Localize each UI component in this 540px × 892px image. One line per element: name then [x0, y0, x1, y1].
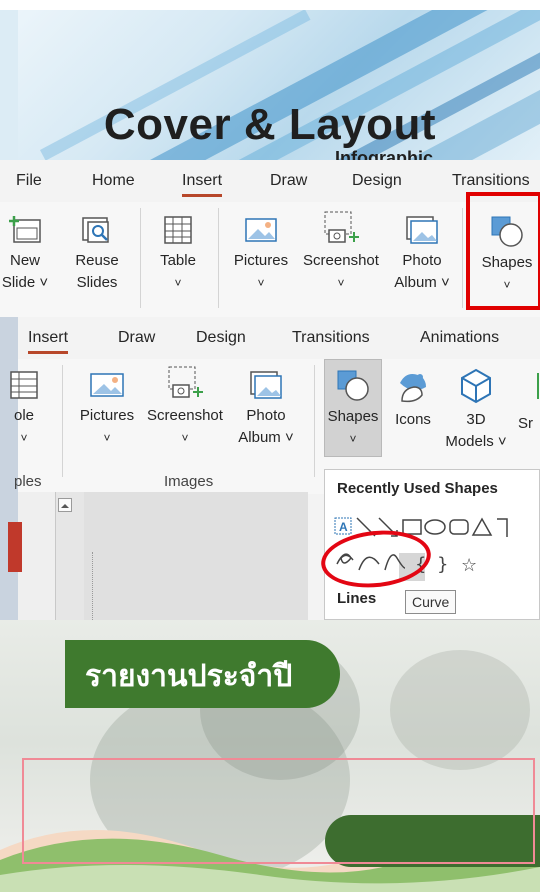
banner-title: Cover & Layout: [103, 100, 437, 149]
rounded-rectangle-icon[interactable]: [449, 519, 469, 535]
tab-transitions-2[interactable]: Transitions: [292, 329, 370, 347]
table-chevron-down-icon-2[interactable]: ˅: [4, 427, 44, 449]
smartart-button[interactable]: Sr: [518, 367, 540, 435]
curve-tooltip: Curve: [405, 590, 457, 614]
selection-frame: [22, 758, 535, 864]
pictures-label-2: Pictures: [79, 407, 135, 424]
annual-report-title: รายงานประจำปี: [85, 659, 293, 694]
new-slide-button[interactable]: New Slide ˅: [0, 214, 50, 294]
screenshot-label-2: Screenshot: [147, 407, 223, 424]
photo-album-icon: [406, 216, 438, 244]
table-label: Table: [160, 252, 196, 269]
screenshot-icon-2: [168, 366, 203, 398]
right-angle-line-icon[interactable]: [497, 518, 508, 537]
svg-text:}: }: [437, 554, 448, 575]
slide-thumbnail[interactable]: [8, 522, 22, 572]
star-icon[interactable]: ☆: [461, 555, 477, 576]
lines-heading: Lines: [337, 590, 377, 607]
pictures-button[interactable]: Pictures ˅: [228, 214, 294, 294]
slide-canvas[interactable]: [84, 492, 308, 620]
rectangle-icon[interactable]: [402, 519, 422, 535]
table-label-2: ole: [13, 407, 35, 424]
group-label-tables: ples: [14, 473, 42, 490]
slide-thumbnail-pane[interactable]: [8, 492, 56, 620]
screenshot-chevron-down-icon[interactable]: ˅: [298, 272, 384, 294]
new-slide-label: New Slide ˅: [1, 252, 49, 291]
ribbon-tools-top: New Slide ˅ Reuse Slides Table ˅ Picture…: [0, 202, 540, 317]
table-icon: [164, 216, 192, 244]
photo-album-label-2: Photo Album ˅: [238, 407, 294, 446]
photo-album-button[interactable]: Photo Album ˅: [386, 214, 458, 294]
reuse-slides-label: Reuse Slides: [75, 252, 119, 291]
photo-album-icon-2: [250, 371, 282, 399]
ribbon-top: File Home Insert Draw Design Transitions…: [0, 160, 540, 317]
screenshot-button-2[interactable]: Screenshot ˅: [142, 365, 228, 449]
shapes-button-pressed[interactable]: Shapes ˅: [324, 359, 382, 457]
tab-transitions[interactable]: Transitions: [452, 172, 530, 190]
oval-icon[interactable]: [424, 519, 446, 535]
photo-album-label: Photo Album ˅: [394, 252, 450, 291]
icons-icon: [400, 374, 426, 403]
pictures-chevron-down-icon-2[interactable]: ˅: [74, 427, 140, 449]
infographic-slide: รายงานประจำปี: [0, 620, 540, 892]
triangle-icon[interactable]: [471, 517, 493, 536]
photo-album-button-2[interactable]: Photo Album ˅: [230, 369, 302, 449]
tab-insert[interactable]: Insert: [182, 172, 223, 197]
tab-home[interactable]: Home: [92, 172, 135, 190]
table-button[interactable]: Table ˅: [150, 214, 206, 294]
table-button-2[interactable]: ole ˅: [4, 369, 44, 449]
reuse-slides-button[interactable]: Reuse Slides: [66, 214, 128, 294]
tab-draw[interactable]: Draw: [270, 172, 307, 190]
scroll-up-icon[interactable]: [58, 498, 72, 512]
recently-used-shapes-heading: Recently Used Shapes: [337, 480, 498, 497]
reuse-slides-icon: [82, 217, 109, 243]
tab-animations[interactable]: Animations: [420, 329, 499, 347]
shapes-label-2: Shapes: [327, 408, 379, 425]
screenshot-button[interactable]: Screenshot ˅: [298, 210, 384, 294]
pictures-label: Pictures: [233, 252, 289, 269]
svg-text:☆: ☆: [461, 555, 477, 576]
window-left-edge: [0, 317, 18, 620]
pictures-icon: [245, 218, 277, 242]
pictures-button-2[interactable]: Pictures ˅: [74, 369, 140, 449]
cube-icon: [461, 368, 491, 404]
pictures-chevron-down-icon[interactable]: ˅: [228, 272, 294, 294]
new-slide-icon: [9, 216, 41, 243]
tab-insert-2[interactable]: Insert: [28, 329, 69, 354]
slide-editor-area: [8, 492, 308, 622]
right-brace-icon[interactable]: }: [437, 554, 448, 575]
table-chevron-down-icon[interactable]: ˅: [150, 272, 206, 294]
screenshot-label: Screenshot: [303, 252, 379, 269]
ribbon-bottom: Insert Draw Design Transitions Animation…: [8, 317, 540, 622]
screenshot-chevron-down-icon-2[interactable]: ˅: [142, 427, 228, 449]
vertical-ruler: [92, 552, 102, 622]
3d-models-label: 3D Models ˅: [445, 411, 507, 450]
tab-design-2[interactable]: Design: [196, 329, 246, 347]
cover-banner: Cover & Layout Infographic: [0, 0, 540, 163]
group-label-images: Images: [164, 473, 214, 490]
text-box-icon[interactable]: A: [334, 517, 352, 535]
3d-models-button[interactable]: 3D Models ˅: [444, 367, 508, 453]
shapes-chevron-down-icon-2[interactable]: ˅: [325, 428, 381, 450]
smartart-icon: [537, 373, 539, 399]
screenshot-icon: [324, 211, 359, 243]
icons-button[interactable]: Icons: [388, 367, 438, 431]
pictures-icon-2: [90, 373, 124, 397]
tab-design[interactable]: Design: [352, 172, 402, 190]
ribbon-tabs-bottom: Insert Draw Design Transitions Animation…: [18, 325, 540, 355]
shapes-icon-2: [337, 370, 369, 401]
tab-draw-2[interactable]: Draw: [118, 329, 155, 347]
shapes-highlight-box: [466, 192, 540, 310]
ribbon-tabs-top: File Home Insert Draw Design Transitions: [0, 168, 540, 197]
svg-text:A: A: [339, 520, 348, 534]
tab-file[interactable]: File: [16, 172, 42, 190]
icons-label: Icons: [395, 411, 431, 428]
table-icon-2: [10, 371, 38, 399]
smartart-label: Sr: [518, 415, 533, 432]
